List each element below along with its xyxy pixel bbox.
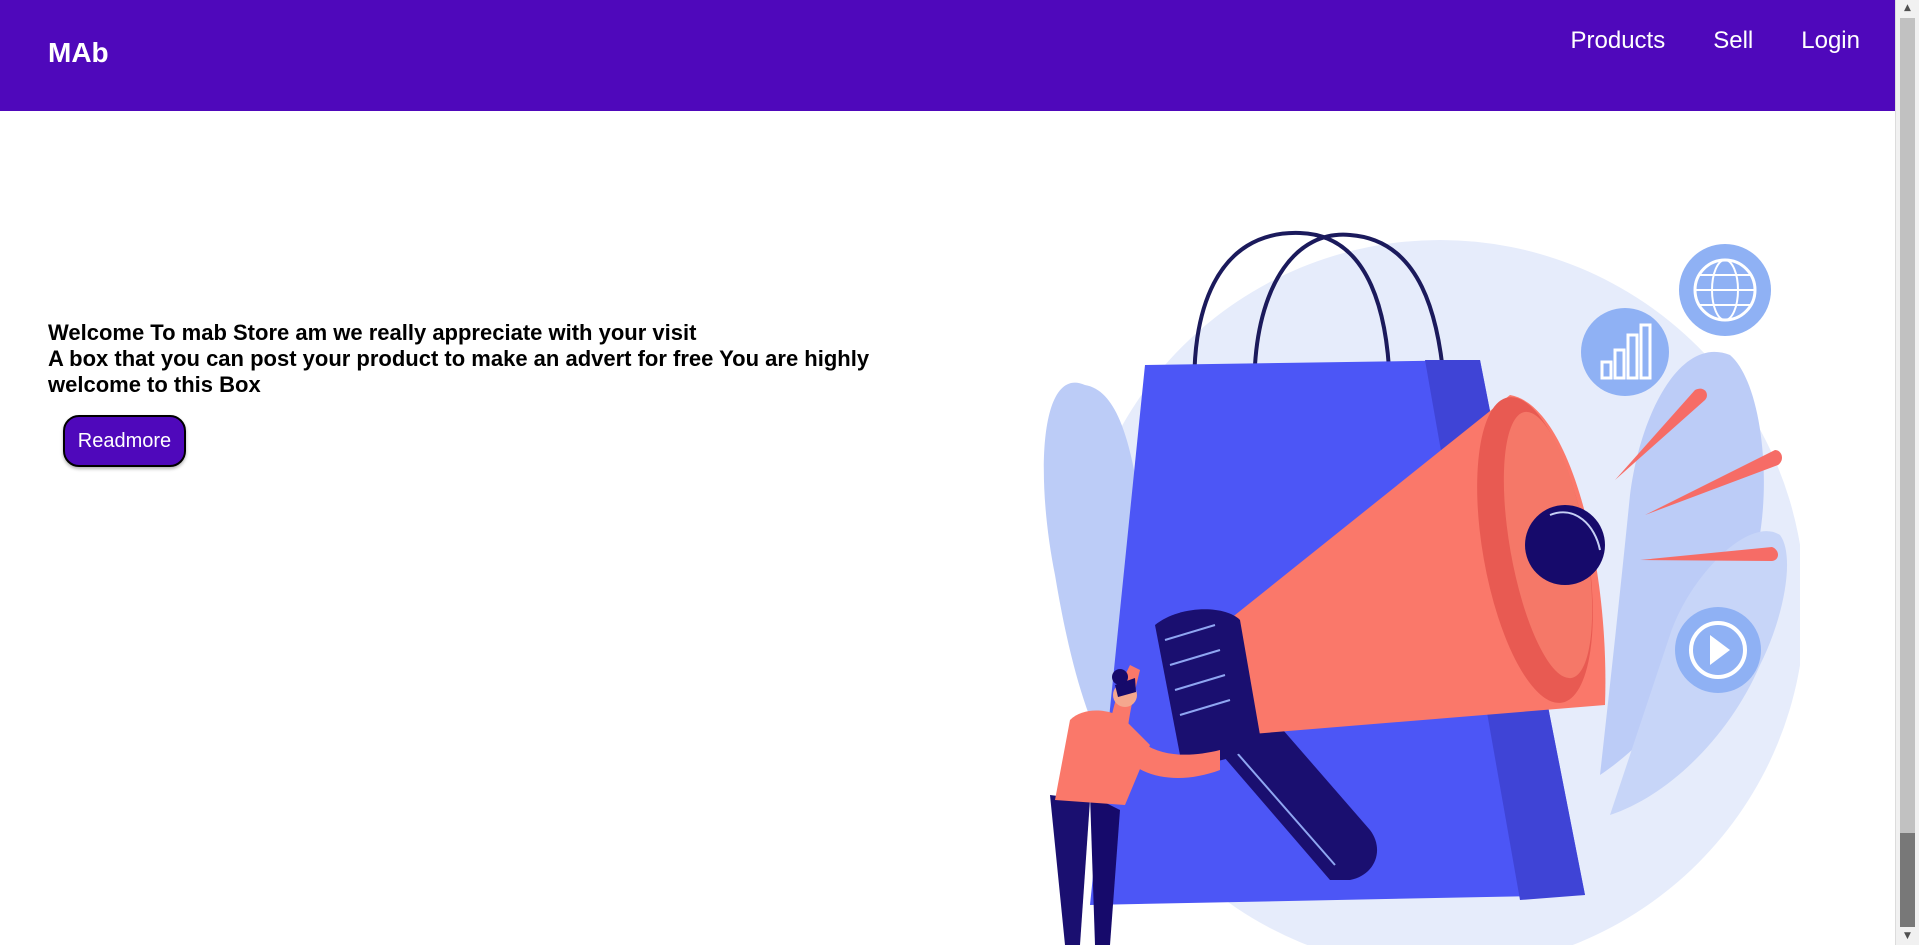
- page: MAb Products Sell Login Welcome To mab S…: [0, 0, 1919, 945]
- nav-link-products[interactable]: Products: [1571, 26, 1666, 56]
- navbar: MAb Products Sell Login: [0, 0, 1896, 111]
- nav-links: Products Sell Login: [1571, 26, 1860, 56]
- megaphone-speaker: [1525, 505, 1605, 585]
- hero-illustration: [1043, 230, 1800, 945]
- hero-welcome-text: Welcome To mab Store am we really apprec…: [48, 320, 697, 345]
- scrollbar[interactable]: ▲ ▼: [1895, 0, 1919, 945]
- bar-chart-icon: [1581, 308, 1669, 396]
- globe-icon: [1679, 244, 1771, 336]
- scroll-up-arrow-icon[interactable]: ▲: [1896, 0, 1919, 17]
- nav-link-sell[interactable]: Sell: [1713, 26, 1753, 56]
- play-icon: [1675, 607, 1761, 693]
- brand-logo[interactable]: MAb: [48, 36, 109, 70]
- nav-link-login[interactable]: Login: [1801, 26, 1860, 56]
- scroll-down-arrow-icon[interactable]: ▼: [1896, 928, 1919, 945]
- scrollbar-thumb[interactable]: [1900, 833, 1915, 927]
- scrollbar-track: [1900, 18, 1915, 833]
- readmore-button[interactable]: Readmore: [63, 415, 186, 467]
- hero-description: A box that you can post your product to …: [48, 346, 870, 397]
- hero-text: Welcome To mab Store am we really apprec…: [48, 320, 928, 398]
